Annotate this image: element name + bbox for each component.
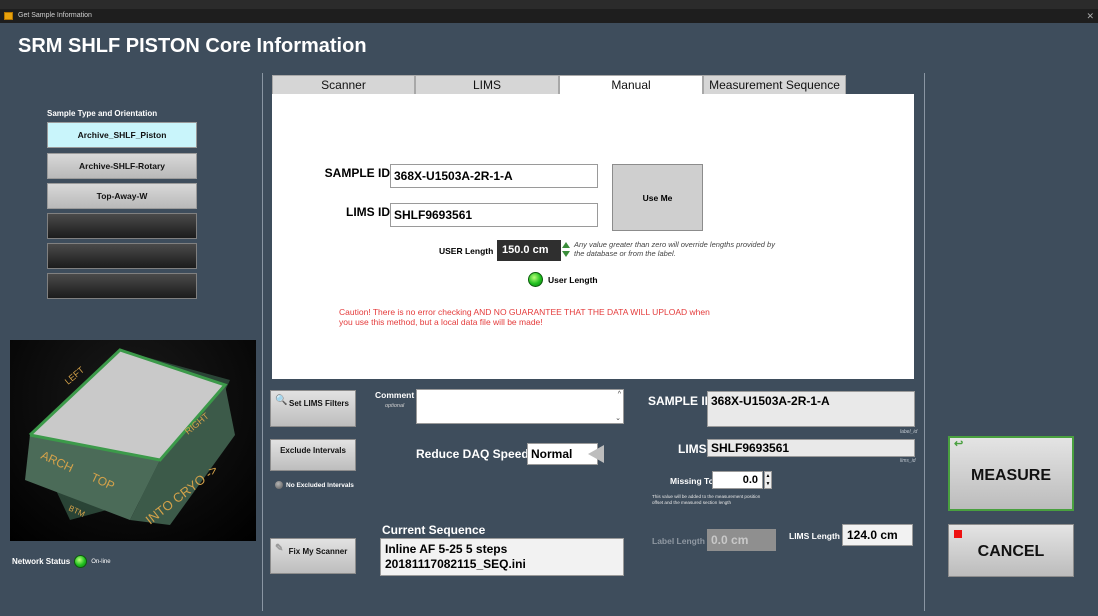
set-lims-filters-button[interactable]: 🔍 Set LIMS Filters xyxy=(270,390,356,427)
divider-left xyxy=(262,73,263,611)
daq-speed-arrow-icon[interactable] xyxy=(588,445,604,463)
stop-icon xyxy=(954,530,962,538)
tab-measurement-sequence[interactable]: Measurement Sequence xyxy=(703,75,846,95)
current-sequence-box: Inline AF 5-25 5 steps 20181117082115_SE… xyxy=(380,538,624,576)
no-excluded-label: No Excluded Intervals xyxy=(286,481,354,489)
network-led-icon xyxy=(74,555,88,568)
scroll-down-icon[interactable]: ⌄ xyxy=(615,414,621,422)
manual-sample-id-input[interactable]: 368X-U1503A-2R-1-A xyxy=(390,164,598,188)
wrench-icon: ✎ xyxy=(275,543,284,554)
set-lims-filters-label: Set LIMS Filters xyxy=(288,399,349,408)
user-length-led-icon xyxy=(528,272,543,287)
divider-right xyxy=(924,73,925,611)
fix-my-scanner-button[interactable]: ✎ Fix My Scanner xyxy=(270,538,356,574)
measure-label: MEASURE xyxy=(970,467,1051,484)
lims-length-value: 124.0 cm xyxy=(842,524,913,546)
window-titlebar: Get Sample Information ✕ xyxy=(0,9,1098,23)
core-orientation-image: LEFT RIGHT ARCH TOP BTM INTO CRYO -> xyxy=(10,340,256,541)
sample-type-label: Sample Type and Orientation xyxy=(47,109,158,118)
missing-top-note: This value will be added to the measurem… xyxy=(652,494,761,505)
excluded-led-icon xyxy=(275,481,283,489)
network-status: Network Status On-line xyxy=(12,555,111,568)
sample-type-empty-2[interactable] xyxy=(47,243,197,269)
user-length-indicator: User Length xyxy=(528,272,598,287)
manual-sample-id-label: SAMPLE ID xyxy=(324,166,390,180)
fix-my-scanner-label: Fix My Scanner xyxy=(288,547,348,556)
comment-textarea[interactable]: ^ ⌄ xyxy=(416,389,624,424)
current-sequence-line2: 20181117082115_SEQ.ini xyxy=(385,557,526,571)
cancel-label: CANCEL xyxy=(977,543,1045,560)
manual-lims-id-label: LIMS ID xyxy=(346,205,390,219)
summary-lims-id-value: SHLF9693561 xyxy=(707,439,915,457)
main-window: SRM SHLF PISTON Core Information Sample … xyxy=(0,23,1098,616)
check-icon: ↩ xyxy=(954,438,964,450)
close-icon[interactable]: ✕ xyxy=(1086,9,1094,23)
window-title: Get Sample Information xyxy=(18,12,92,19)
tab-lims[interactable]: LIMS xyxy=(415,75,559,95)
network-status-label: Network Status xyxy=(12,557,71,566)
manual-tab-panel: SAMPLE ID 368X-U1503A-2R-1-A LIMS ID SHL… xyxy=(272,94,914,379)
measure-button[interactable]: ↩ MEASURE xyxy=(948,436,1074,511)
user-length-indicator-label: User Length xyxy=(548,274,598,285)
sample-type-empty-3[interactable] xyxy=(47,273,197,299)
label-id-tag: label_id xyxy=(900,429,918,435)
manual-lims-id-input[interactable]: SHLF9693561 xyxy=(390,203,598,227)
app-icon xyxy=(4,12,13,20)
label-length-label: Label Length xyxy=(652,536,705,546)
scroll-up-icon[interactable]: ^ xyxy=(618,391,621,398)
sample-type-archive-shlf-piston[interactable]: Archive_SHLF_Piston xyxy=(47,122,197,148)
user-length-note: Any value greater than zero will overrid… xyxy=(574,240,775,258)
exclude-intervals-button[interactable]: Exclude Intervals xyxy=(270,439,356,471)
tab-scanner[interactable]: Scanner xyxy=(272,75,415,95)
comment-label: Comment xyxy=(375,390,415,400)
page-title: SRM SHLF PISTON Core Information xyxy=(18,35,367,57)
current-sequence-line1: Inline AF 5-25 5 steps xyxy=(385,542,508,556)
sample-type-archive-shlf-rotary[interactable]: Archive-SHLF-Rotary xyxy=(47,153,197,179)
search-icon: 🔍 xyxy=(275,395,288,406)
lims-length-label: LIMS Length xyxy=(789,531,840,541)
use-me-button[interactable]: Use Me xyxy=(612,164,703,231)
user-length-input[interactable]: 150.0 cm xyxy=(497,240,561,261)
current-sequence-label: Current Sequence xyxy=(382,523,486,537)
summary-sample-id-label: SAMPLE ID xyxy=(648,394,714,408)
missing-top-input[interactable]: 0.0 xyxy=(712,471,763,489)
sample-type-top-away-w[interactable]: Top-Away-W xyxy=(47,183,197,209)
sample-type-empty-1[interactable] xyxy=(47,213,197,239)
lims-id-tag: lims_id xyxy=(900,458,916,464)
user-length-label: USER Length xyxy=(439,246,494,256)
comment-optional-label: optional xyxy=(385,403,405,409)
missing-top-spinner[interactable]: ▲ ▼ xyxy=(764,471,772,489)
network-state: On-line xyxy=(91,558,111,565)
summary-sample-id-value: 368X-U1503A-2R-1-A xyxy=(707,391,915,427)
label-length-value: 0.0 cm xyxy=(707,529,776,551)
caution-text: Caution! There is no error checking AND … xyxy=(339,307,710,327)
no-excluded-intervals-indicator: No Excluded Intervals xyxy=(275,481,354,489)
user-length-spinner[interactable] xyxy=(562,240,571,261)
cancel-button[interactable]: CANCEL xyxy=(948,524,1074,577)
reduce-daq-speed-label: Reduce DAQ Speed xyxy=(416,447,529,461)
